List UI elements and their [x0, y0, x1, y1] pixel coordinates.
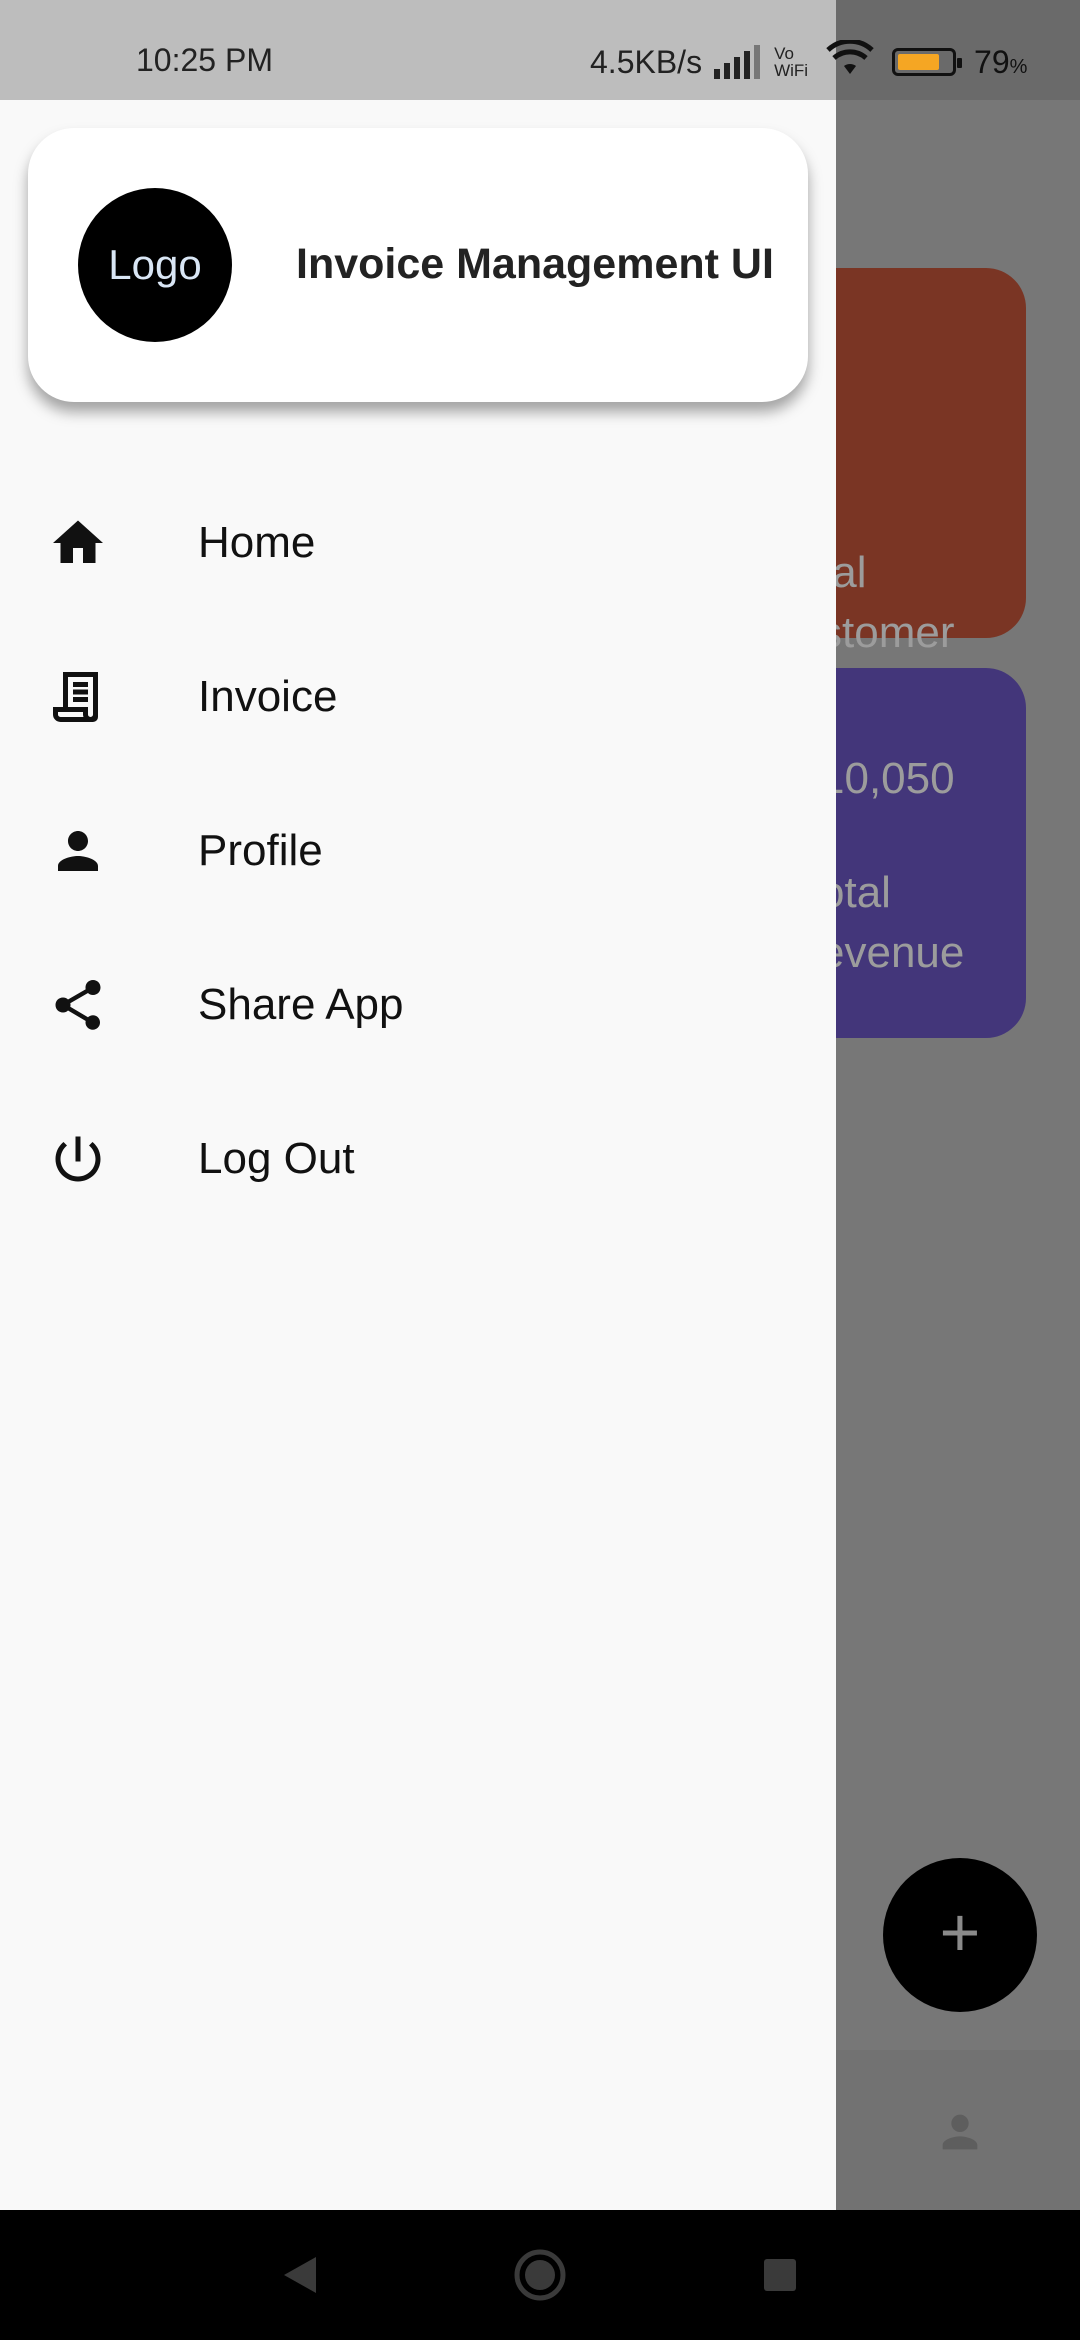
- person-icon: [48, 821, 108, 881]
- menu-item-log-out[interactable]: Log Out: [0, 1082, 836, 1236]
- menu-item-label: Share App: [198, 980, 404, 1029]
- share-icon: [48, 975, 108, 1035]
- menu-item-home[interactable]: Home: [0, 466, 836, 620]
- system-nav-bar: [0, 2210, 1080, 2340]
- home-icon: [48, 513, 108, 573]
- navigation-drawer: Logo Invoice Management UI Home Invoice …: [0, 100, 836, 2210]
- signal-icon: [714, 45, 761, 79]
- back-icon[interactable]: [250, 2210, 350, 2340]
- battery-icon: [892, 48, 963, 76]
- menu-item-label: Profile: [198, 826, 323, 875]
- menu-item-share-app[interactable]: Share App: [0, 928, 836, 1082]
- menu-item-label: Home: [198, 518, 316, 567]
- status-bar: 10:25 PM 4.5KB/s Vo WiFi 79%: [0, 0, 1080, 100]
- battery-percent: 79%: [974, 43, 1028, 80]
- menu-item-profile[interactable]: Profile: [0, 774, 836, 928]
- card-label: evenue: [820, 928, 965, 977]
- logo-text: Logo: [108, 241, 202, 288]
- menu-item-label: Log Out: [198, 1134, 355, 1183]
- wifi-icon: [826, 38, 874, 84]
- menu-item-invoice[interactable]: Invoice: [0, 620, 836, 774]
- status-time: 10:25 PM: [136, 42, 273, 78]
- vowifi-icon: Vo WiFi: [774, 44, 809, 80]
- profile-tab-icon[interactable]: [934, 2106, 986, 2163]
- card-label: stomer: [820, 608, 955, 657]
- add-fab-button[interactable]: +: [883, 1858, 1037, 2012]
- logo: Logo: [78, 188, 232, 342]
- menu-item-label: Invoice: [198, 672, 338, 721]
- card-value: 10,050: [820, 754, 955, 803]
- recents-icon[interactable]: [730, 2210, 830, 2340]
- drawer-header: Logo Invoice Management UI: [28, 128, 808, 402]
- power-icon: [48, 1129, 108, 1189]
- app-title: Invoice Management UI: [296, 240, 774, 288]
- network-speed: 4.5KB/s: [590, 43, 703, 80]
- home-circle-icon[interactable]: [490, 2210, 590, 2340]
- plus-icon: +: [939, 1893, 981, 1971]
- drawer-menu: Home Invoice Profile Share App Log Out: [0, 466, 836, 1236]
- status-indicators: 4.5KB/s Vo WiFi 79%: [590, 38, 1028, 84]
- receipt-icon: [48, 667, 108, 727]
